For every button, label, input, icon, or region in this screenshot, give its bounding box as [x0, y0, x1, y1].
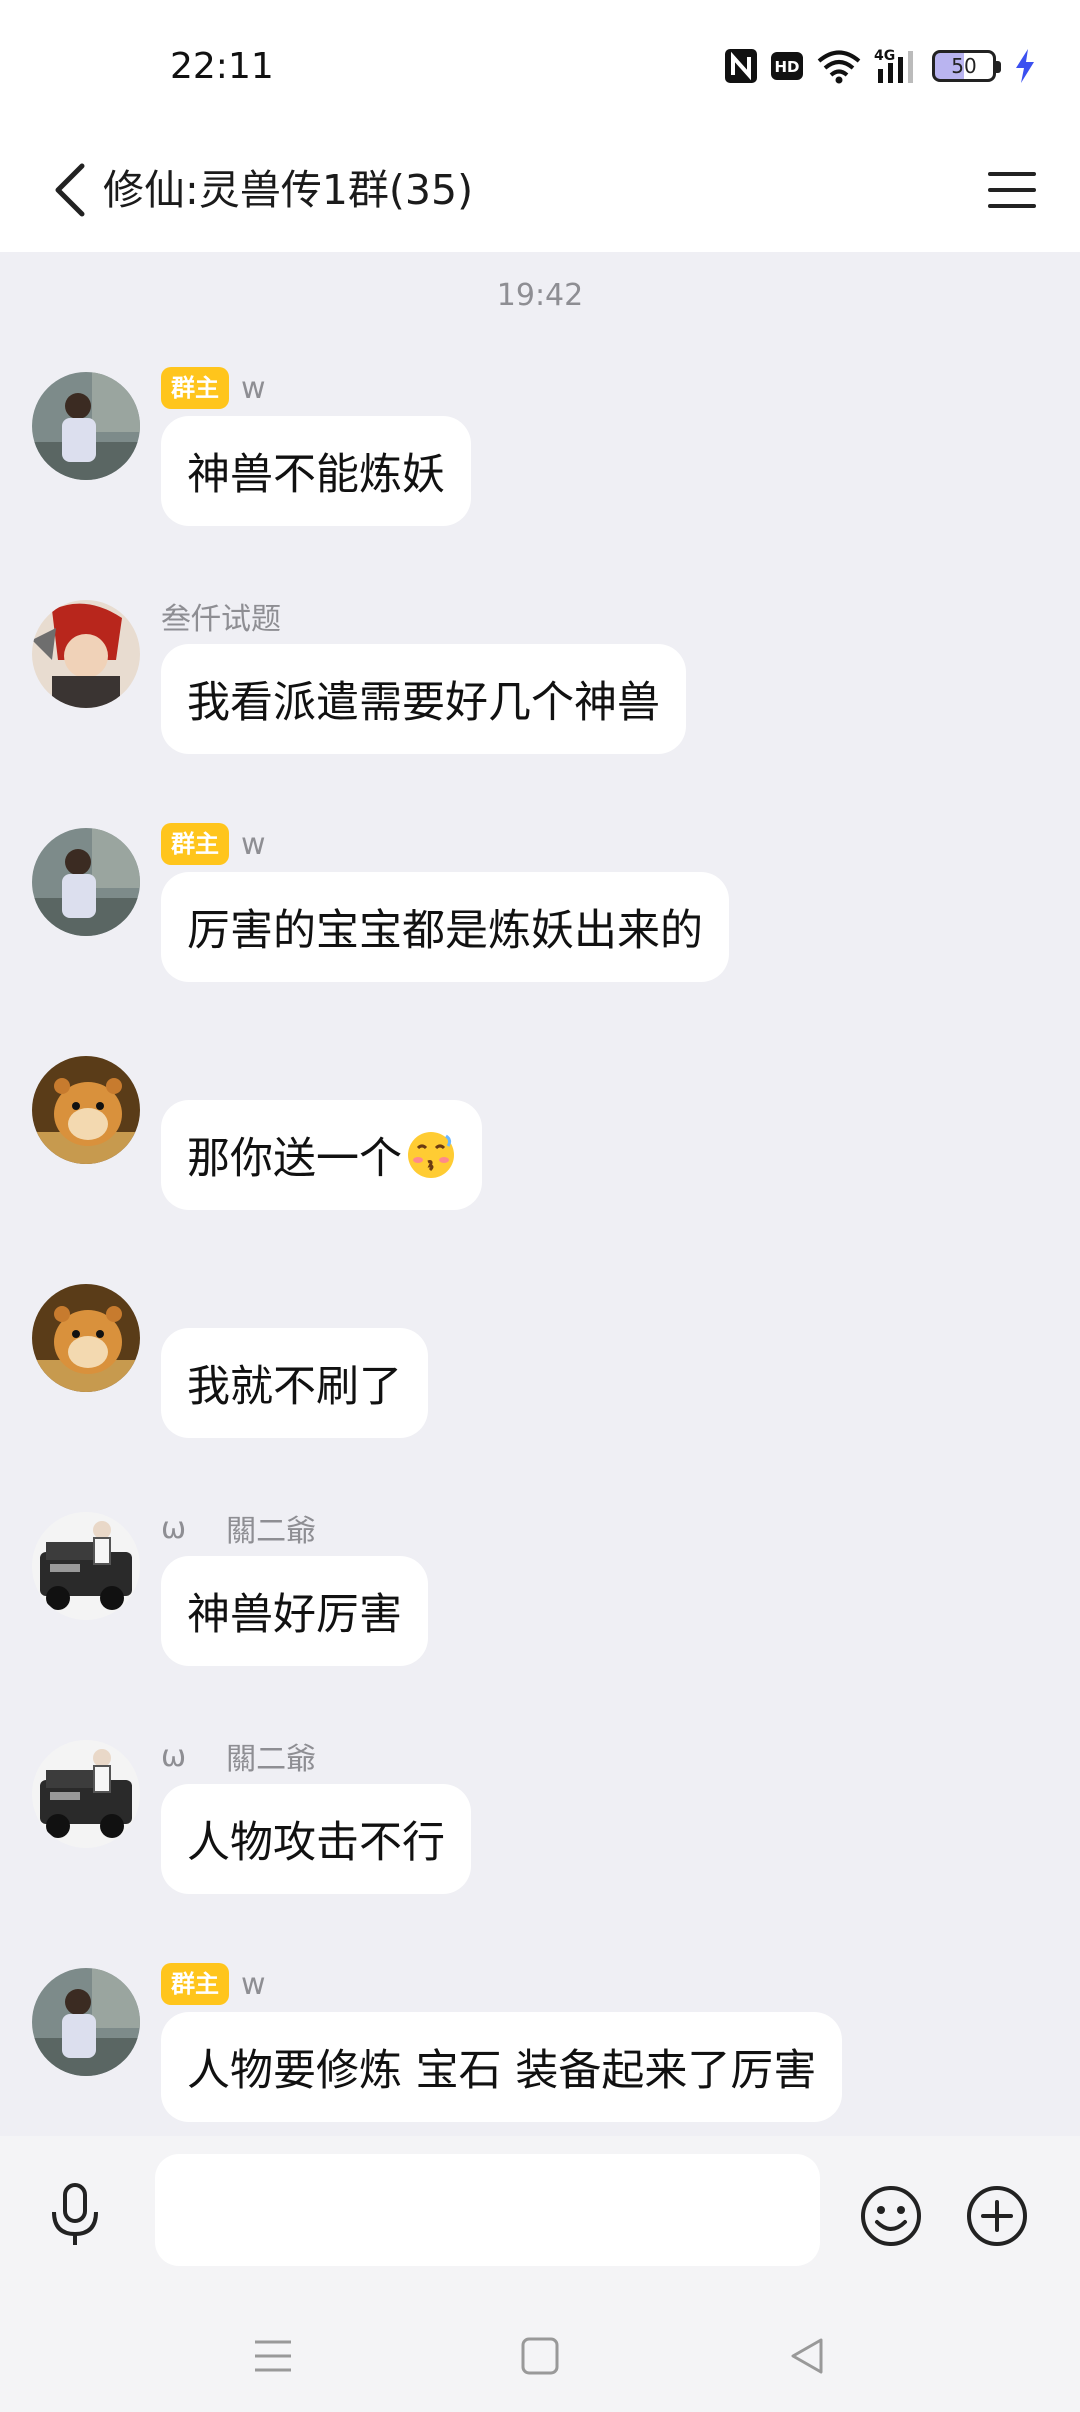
sender-name: 叁仟试题 — [161, 602, 281, 637]
sender-name: w — [241, 370, 266, 406]
hd-label: HD — [774, 58, 799, 76]
status-icons: HD 4G 50 — [724, 44, 1036, 88]
recent-apps-button[interactable] — [233, 2316, 313, 2396]
sender-line: 群主 w — [161, 366, 266, 410]
avatar-hamster[interactable] — [32, 1056, 140, 1164]
member-tag: ω — [161, 1738, 187, 1774]
more-button[interactable] — [965, 2184, 1029, 2248]
message-text: 神兽不能炼妖 — [187, 450, 445, 500]
chevron-left-icon — [55, 163, 85, 217]
plus-circle-icon — [967, 2186, 1027, 2246]
avatar-hamster[interactable] — [32, 1284, 140, 1392]
message-bubble[interactable]: 我看派遣需要好几个神兽 — [161, 644, 686, 754]
network-label: 4G — [874, 48, 895, 64]
chat-message-list[interactable]: 19:42 群主 w 神兽不能炼妖 叁仟试题 我看派遣需要好几个神兽 群主 w … — [0, 252, 1080, 2136]
microphone-icon — [52, 2183, 98, 2245]
menu-button[interactable] — [980, 158, 1044, 222]
message-bubble[interactable]: 我就不刷了 — [161, 1328, 428, 1438]
message-bubble[interactable]: 神兽不能炼妖 — [161, 416, 471, 526]
smiley-icon — [861, 2186, 921, 2246]
sender-name: 關二爺 — [226, 1742, 317, 1777]
back-button[interactable] — [34, 154, 106, 226]
message-bubble[interactable]: 人物要修炼 宝石 装备起来了厉害 — [161, 2012, 843, 2122]
message-text: 我看派遣需要好几个神兽 — [187, 678, 660, 728]
emoji-button[interactable] — [859, 2184, 923, 2248]
message-text: 厉害的宝宝都是炼妖出来的 — [187, 906, 703, 956]
avatar-anime[interactable] — [32, 600, 140, 708]
sender-name: w — [241, 1966, 266, 2002]
sender-line: ω 關二爺 — [161, 1734, 316, 1778]
message-text: 人物攻击不行 — [187, 1818, 445, 1868]
back-triangle-icon — [791, 2338, 823, 2374]
chat-title: 修仙:灵兽传1群(35) — [103, 166, 474, 214]
message-bubble[interactable]: 厉害的宝宝都是炼妖出来的 — [161, 872, 729, 982]
owner-badge: 群主 — [161, 823, 229, 865]
sender-name: w — [241, 826, 266, 862]
home-icon — [521, 2337, 559, 2375]
message-text: 人物要修炼 宝石 装备起来了厉害 — [187, 2046, 817, 2096]
avatar-w[interactable] — [32, 372, 140, 480]
avatar-w[interactable] — [32, 1968, 140, 2076]
avatar-w[interactable] — [32, 828, 140, 936]
message-bubble[interactable]: 那你送一个 — [161, 1100, 482, 1210]
charging-icon — [1014, 46, 1036, 86]
hd-icon: HD — [770, 46, 804, 86]
sender-line: 群主 w — [161, 1962, 266, 2006]
member-tag: ω — [161, 1510, 187, 1546]
signal-icon: 4G — [874, 46, 920, 86]
sender-line: 叁仟试题 — [161, 594, 281, 638]
pleading-kiss-emoji — [408, 1132, 454, 1178]
hamburger-menu-icon — [988, 172, 1036, 208]
avatar-jeep[interactable] — [32, 1740, 140, 1848]
time-divider: 19:42 — [496, 278, 584, 313]
battery-level: 50 — [951, 54, 977, 78]
sender-line: 群主 w — [161, 822, 266, 866]
battery-icon: 50 — [932, 46, 1001, 86]
recent-apps-icon — [255, 2340, 291, 2372]
message-bubble[interactable]: 神兽好厉害 — [161, 1556, 428, 1666]
sender-line: ω 關二爺 — [161, 1506, 316, 1550]
status-time: 22:11 — [170, 46, 274, 87]
message-text: 我就不刷了 — [187, 1362, 402, 1412]
avatar-jeep[interactable] — [32, 1512, 140, 1620]
message-bubble[interactable]: 人物攻击不行 — [161, 1784, 471, 1894]
message-text: 神兽好厉害 — [187, 1590, 402, 1640]
voice-button[interactable] — [40, 2180, 110, 2250]
system-navigation-bar — [0, 2296, 1080, 2412]
owner-badge: 群主 — [161, 367, 229, 409]
message-input[interactable] — [155, 2154, 820, 2266]
home-button[interactable] — [500, 2316, 580, 2396]
wifi-icon — [816, 46, 862, 86]
chat-header: 修仙:灵兽传1群(35) — [0, 130, 1080, 252]
status-bar: 22:11 HD 4G 50 — [0, 0, 1080, 130]
input-bar — [0, 2136, 1080, 2296]
system-back-button[interactable] — [767, 2316, 847, 2396]
owner-badge: 群主 — [161, 1963, 229, 2005]
message-text: 那你送一个 — [187, 1134, 402, 1184]
nfc-icon — [724, 46, 758, 86]
sender-name: 關二爺 — [226, 1514, 317, 1549]
